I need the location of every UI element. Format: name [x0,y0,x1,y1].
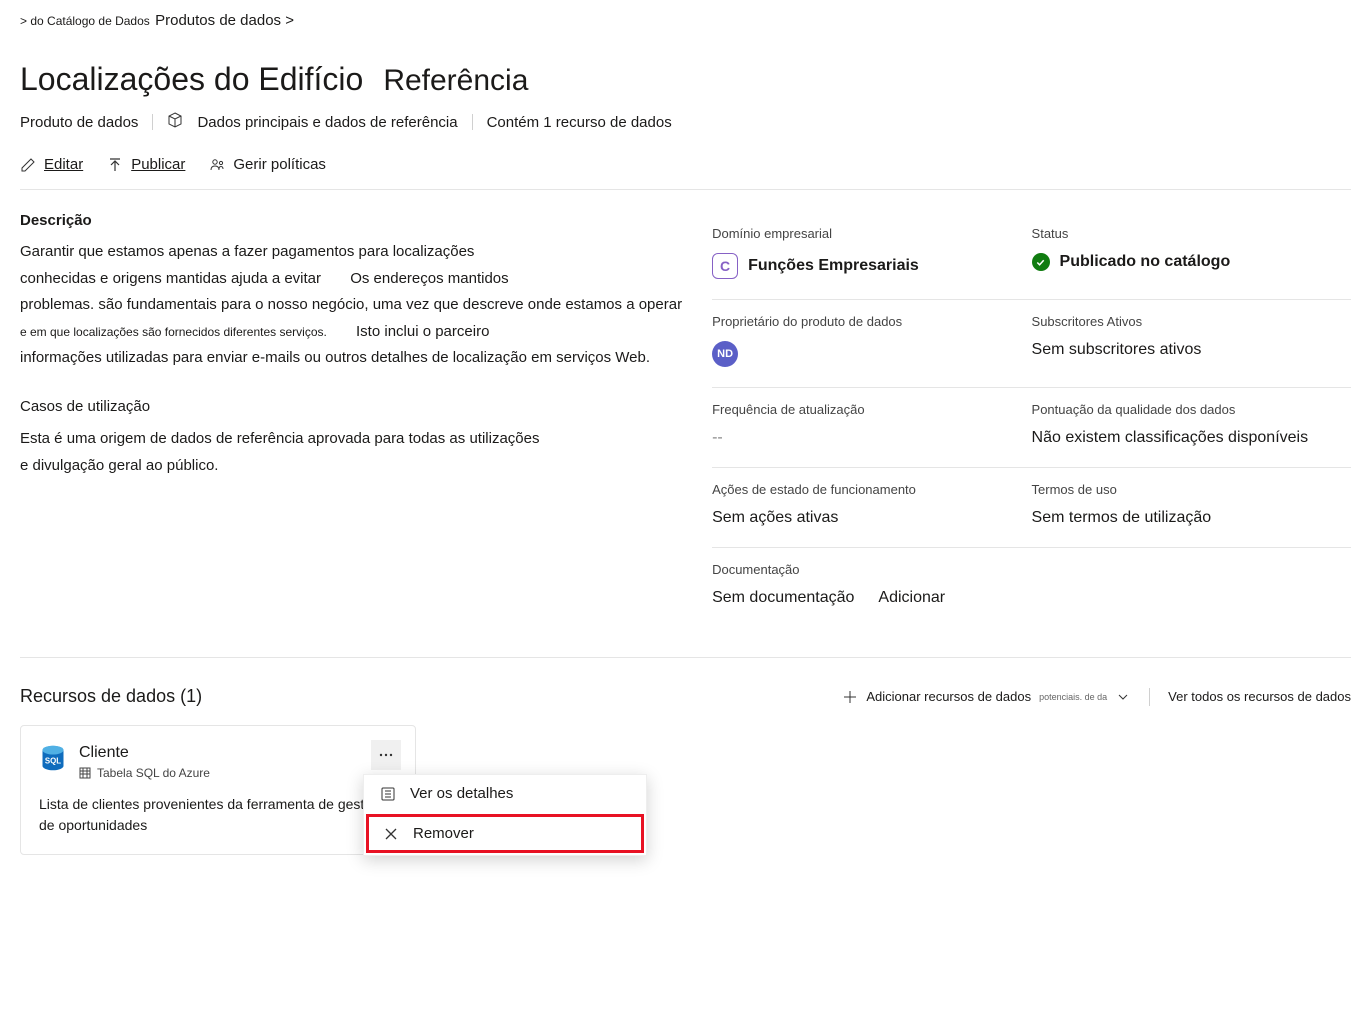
avatar: ND [712,341,738,367]
status-value: Publicado no catálogo [1032,253,1351,271]
check-circle-icon [1032,253,1050,271]
actions-toolbar: Editar Publicar Gerir políticas [20,156,1351,190]
owner-label: Proprietário do produto de dados [712,314,1031,329]
quality-label: Pontuação da qualidade dos dados [1032,402,1351,417]
resource-card-subtitle: Tabela SQL do Azure [79,766,210,780]
people-icon [209,157,225,173]
breadcrumb-part1[interactable]: > do Catálogo de Dados [20,14,150,28]
separator [1149,688,1150,706]
usecases-heading: Casos de utilização [20,396,682,419]
separator [472,114,473,130]
more-options-button[interactable] [371,740,401,770]
resources-heading: Recursos de dados (1) [20,686,202,707]
subscribers-label: Subscritores Ativos [1032,314,1351,329]
asset-count: Contém 1 recurso de dados [487,114,672,131]
edit-button[interactable]: Editar [20,156,83,173]
breadcrumb-part2[interactable]: Produtos de dados > [155,12,294,29]
menu-remove[interactable]: Remover [366,814,644,853]
docs-value: Sem documentação [712,589,854,607]
page-title-row: Localizações do Edifício Referência [20,61,1351,98]
cube-icon [167,112,183,132]
frequency-label: Frequência de atualização [712,402,1031,417]
health-value: Sem ações ativas [712,509,1031,527]
status-label: Status [1032,226,1351,241]
meta-row: Produto de dados Dados principais e dado… [20,112,1351,132]
plus-icon [842,689,858,705]
page-title-suffix: Referência [383,64,528,98]
ellipsis-icon [378,747,394,763]
resource-card[interactable]: SQL Cliente Tabela SQL do Azure Lista de… [20,725,416,855]
table-icon [79,767,91,779]
separator [152,114,153,130]
sql-database-icon: SQL [39,744,67,772]
business-domain-value[interactable]: C Funções Empresariais [712,253,1031,279]
quality-value: Não existem classificações disponíveis [1032,429,1351,447]
owner-value[interactable]: ND [712,341,1031,367]
page-title: Localizações do Edifício [20,61,363,98]
view-all-resources-link[interactable]: Ver todos os recursos de dados [1168,689,1351,704]
pencil-icon [20,157,36,173]
context-menu: Ver os detalhes Remover [363,774,647,856]
menu-view-details[interactable]: Ver os detalhes [364,775,646,812]
chevron-down-icon [1115,689,1131,705]
domain-badge: C [712,253,738,279]
docs-label: Documentação [712,562,1351,577]
upload-icon [107,157,123,173]
terms-value: Sem termos de utilização [1032,509,1351,527]
product-type-label: Produto de dados [20,114,138,131]
description-heading: Descrição [20,212,682,229]
close-icon [383,826,399,842]
resource-card-description: Lista de clientes provenientes da ferram… [39,794,397,836]
svg-text:SQL: SQL [45,756,61,765]
add-documentation-button[interactable]: Adicionar [878,589,945,607]
resource-card-title: Cliente [79,744,210,762]
subscribers-value: Sem subscritores ativos [1032,341,1351,359]
breadcrumb[interactable]: > do Catálogo de Dados Produtos de dados… [20,8,1351,41]
business-domain-label: Domínio empresarial [712,226,1031,241]
frequency-value: -- [712,429,1031,447]
details-icon [380,786,396,802]
health-label: Ações de estado de funcionamento [712,482,1031,497]
description-body: Garantir que estamos apenas a fazer paga… [20,241,682,370]
add-data-resources-button[interactable]: Adicionar recursos de dados potenciais. … [842,689,1131,705]
product-category: Dados principais e dados de referência [197,114,457,131]
terms-label: Termos de uso [1032,482,1351,497]
publish-button[interactable]: Publicar [107,156,185,173]
manage-policies-button[interactable]: Gerir políticas [209,156,326,173]
